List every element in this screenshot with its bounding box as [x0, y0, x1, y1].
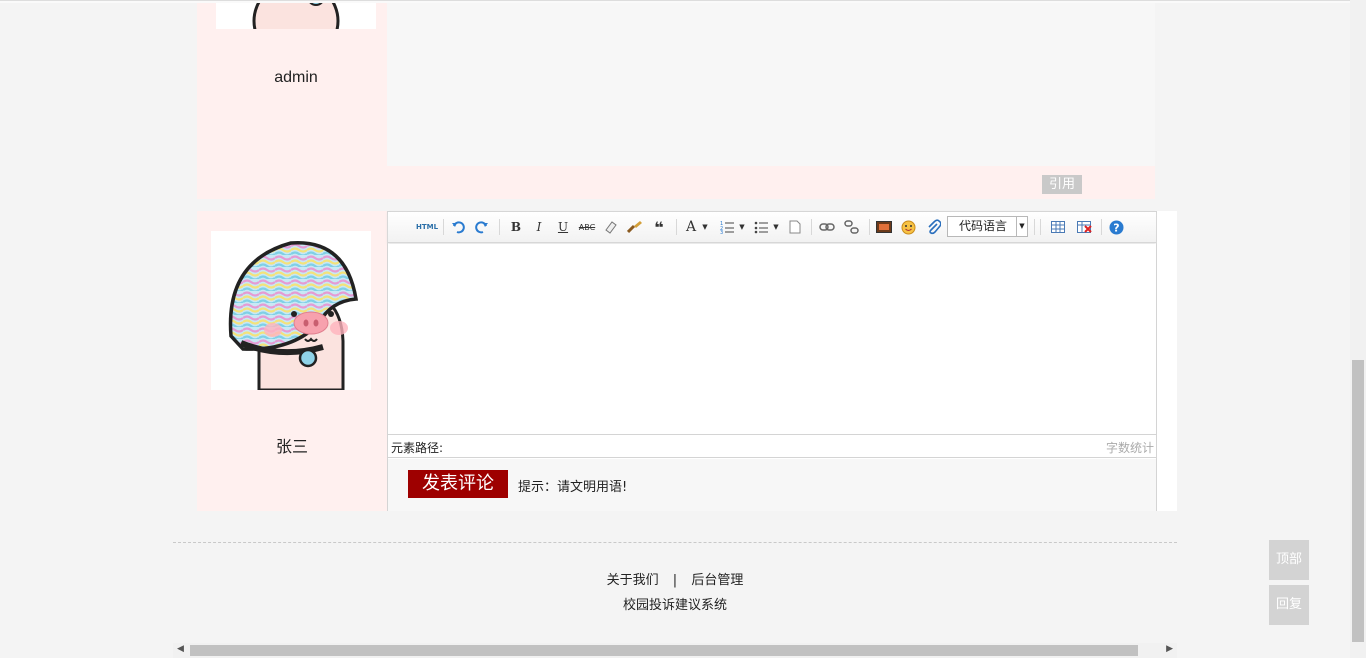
element-path-label: 元素路径: — [391, 441, 444, 455]
editor-right-padding — [1157, 211, 1177, 511]
chevron-down-icon: ▼ — [1016, 217, 1027, 236]
scroll-right-icon[interactable]: ▶ — [1166, 644, 1173, 654]
underline-button[interactable]: U — [554, 218, 572, 236]
font-color-button[interactable]: A — [684, 218, 698, 236]
chevron-down-icon[interactable]: ▼ — [701, 218, 709, 236]
page-icon — [789, 220, 801, 234]
link-button[interactable] — [818, 218, 836, 236]
brush-icon — [627, 221, 642, 234]
rich-text-editor: HTML B I U ABC ❝ A ▼ 1 2 3 ▼ ▼ 代码语言 ▼ ? … — [387, 211, 1157, 511]
post-content — [387, 3, 1155, 166]
about-us-link[interactable]: 关于我们 — [607, 573, 659, 588]
table-icon — [1051, 221, 1065, 233]
redo-button[interactable] — [473, 218, 491, 236]
chevron-down-icon[interactable]: ▼ — [772, 218, 780, 236]
bold-button[interactable]: B — [507, 218, 525, 236]
footer-separator: | — [672, 573, 678, 588]
jump-to-reply-button[interactable]: 回复 — [1269, 585, 1309, 625]
code-language-select[interactable]: 代码语言 ▼ — [947, 216, 1028, 237]
redo-icon — [475, 221, 488, 234]
paperclip-icon — [928, 219, 941, 235]
eraser-icon — [605, 221, 617, 234]
vertical-scroll-thumb[interactable] — [1352, 360, 1364, 642]
submit-row: 发表评论 提示：请文明用语! — [388, 459, 1156, 511]
admin-link[interactable]: 后台管理 — [691, 573, 743, 588]
ordered-list-button[interactable]: 123 — [718, 218, 736, 236]
delete-table-button[interactable] — [1075, 218, 1093, 236]
strikethrough-button[interactable]: ABC — [578, 218, 596, 236]
post-username: admin — [274, 69, 318, 86]
horizontal-scrollbar[interactable]: ◀ ▶ — [173, 643, 1177, 658]
editor-status-bar: 元素路径: 字数统计 — [388, 434, 1156, 458]
quote-button[interactable]: 引用 — [1042, 175, 1082, 194]
undo-button[interactable] — [449, 218, 467, 236]
smiley-icon — [901, 220, 915, 234]
svg-text:?: ? — [1113, 221, 1119, 234]
word-count-label: 字数统计 — [1105, 441, 1154, 455]
emoticon-button[interactable] — [899, 218, 917, 236]
delete-table-icon — [1076, 220, 1092, 233]
help-icon: ? — [1109, 220, 1123, 234]
horizontal-scroll-thumb[interactable] — [190, 645, 1138, 656]
insert-image-button[interactable] — [875, 218, 893, 236]
pig-avatar-icon — [228, 241, 359, 392]
reply-section: 张三 HTML B I U ABC ❝ A ▼ 1 2 3 ▼ ▼ 代码语言 ▼… — [197, 211, 1177, 511]
avatar — [211, 231, 371, 392]
unordered-list-button[interactable] — [752, 218, 770, 236]
unlink-button[interactable] — [843, 218, 861, 236]
ordered-list-icon: 123 — [720, 221, 734, 234]
help-button[interactable]: ? — [1107, 218, 1125, 236]
site-name: 校园投诉建议系统 — [622, 598, 727, 613]
svg-text:3: 3 — [720, 230, 723, 234]
back-to-top-button[interactable]: 顶部 — [1269, 540, 1309, 580]
blockquote-button[interactable]: ❝ — [650, 218, 668, 237]
footer-links: 关于我们 | 后台管理 — [173, 569, 1177, 588]
undo-icon — [452, 221, 465, 234]
vertical-scrollbar[interactable] — [1350, 0, 1366, 658]
post-admin: admin 引用 — [197, 3, 1155, 199]
insert-table-button[interactable] — [1049, 218, 1067, 236]
scroll-left-icon[interactable]: ◀ — [177, 644, 184, 654]
editor-toolbar: HTML B I U ABC ❝ A ▼ 1 2 3 ▼ ▼ 代码语言 ▼ ? — [388, 212, 1156, 243]
reply-username: 张三 — [275, 437, 308, 456]
format-clear-button[interactable] — [602, 218, 620, 236]
format-painter-button[interactable] — [626, 218, 644, 236]
reply-user-panel: 张三 — [197, 211, 387, 511]
source-html-button[interactable]: HTML — [416, 218, 438, 236]
new-page-button[interactable] — [786, 218, 804, 236]
image-icon — [876, 221, 892, 233]
editor-text-area[interactable] — [388, 244, 1156, 434]
unlink-icon — [844, 220, 859, 234]
footer: 关于我们 | 后台管理 校园投诉建议系统 — [173, 542, 1177, 643]
submit-comment-button[interactable]: 发表评论 — [408, 470, 508, 498]
civility-hint: 提示：请文明用语! — [518, 480, 628, 495]
bullet-list-icon — [754, 221, 768, 234]
avatar — [216, 3, 376, 29]
attachment-button[interactable] — [925, 218, 943, 236]
link-icon — [819, 223, 835, 231]
code-language-value: 代码语言 — [959, 219, 1008, 233]
chevron-down-icon[interactable]: ▼ — [738, 218, 746, 236]
italic-button[interactable]: I — [530, 218, 548, 236]
